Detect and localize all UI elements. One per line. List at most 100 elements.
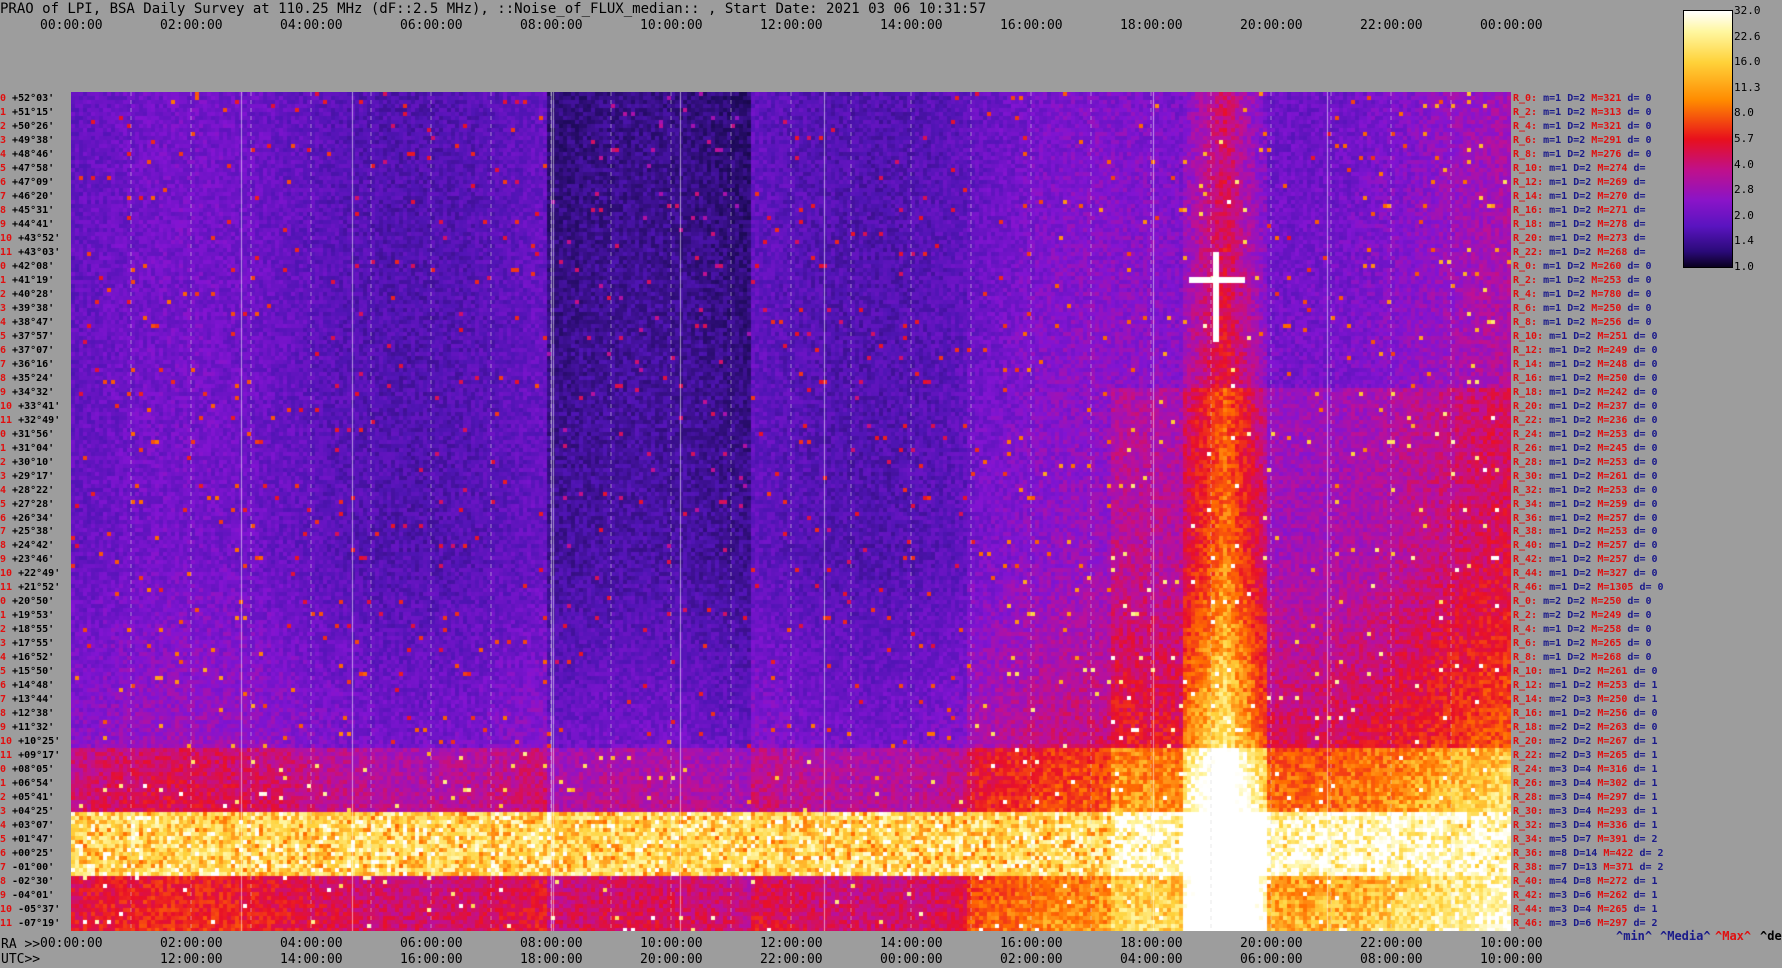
- time-gridlines: [130, 92, 1452, 931]
- dec-label: 7 -01°00': [0, 862, 55, 874]
- legend-median: ^Media^: [1660, 929, 1711, 943]
- dec-label: 2 +18°55': [0, 624, 55, 636]
- dec-label: 6 +00°25': [0, 848, 55, 860]
- ray-stat-label: R_20: m=2 D=2 M=267 d= 1: [1513, 736, 1658, 748]
- dec-label: 4 +28°22': [0, 484, 55, 496]
- dec-label: 2 +50°26': [0, 120, 55, 132]
- dec-label: 0 +20°50': [0, 596, 55, 608]
- tick-label: 16:00:00: [1000, 18, 1063, 33]
- tick-label: 12:00:00: [760, 18, 823, 33]
- ray-stat-label: R_0: m=1 D=2 M=260 d= 0: [1513, 260, 1652, 272]
- legend-max: ^Max^: [1715, 929, 1752, 943]
- ray-stat-label: R_12: m=1 D=2 M=269 d=: [1513, 176, 1646, 188]
- dec-label: 9 +44°41': [0, 218, 55, 230]
- dec-label: 9 -04°01': [0, 890, 55, 902]
- colorbar-tick: 4.0: [1734, 157, 1754, 171]
- dec-label: 2 +05°41': [0, 792, 55, 804]
- dec-label: 1 +06°54': [0, 778, 55, 790]
- ray-stat-label: R_28: m=1 D=2 M=253 d= 0: [1513, 456, 1658, 468]
- ray-stat-label: R_16: m=1 D=2 M=256 d= 0: [1513, 708, 1658, 720]
- tick-label: 10:00:00: [640, 936, 703, 951]
- dec-label: 9 +23°46': [0, 554, 55, 566]
- ray-stat-label: R_2: m=1 D=2 M=313 d= 0: [1513, 106, 1652, 118]
- ray-stat-label: R_46: m=1 D=2 M=1305 d= 0: [1513, 582, 1664, 594]
- ray-stat-label: R_38: m=1 D=2 M=253 d= 0: [1513, 526, 1658, 538]
- ray-stat-label: R_22: m=1 D=2 M=236 d= 0: [1513, 414, 1658, 426]
- dec-label: 4 +16°52': [0, 652, 55, 664]
- dec-label: 10 -05°37': [0, 904, 61, 916]
- ray-stat-label: R_18: m=1 D=2 M=242 d= 0: [1513, 386, 1658, 398]
- dec-label: 4 +38°47': [0, 316, 55, 328]
- tick-label: 10:00:00: [1480, 936, 1543, 951]
- dec-label: 6 +14°48': [0, 680, 55, 692]
- ray-stat-label: R_42: m=3 D=6 M=262 d= 1: [1513, 890, 1658, 902]
- tick-label: 00:00:00: [40, 936, 103, 951]
- dec-label: 9 +11°32': [0, 722, 55, 734]
- ray-stat-label: R_20: m=1 D=2 M=237 d= 0: [1513, 400, 1658, 412]
- tick-label: 02:00:00: [1000, 952, 1063, 967]
- dec-label: 2 +30°10': [0, 456, 55, 468]
- tick-label: 18:00:00: [1120, 18, 1183, 33]
- tick-label: 02:00:00: [160, 18, 223, 33]
- ray-stat-label: R_28: m=3 D=4 M=297 d= 1: [1513, 792, 1658, 804]
- dec-label: 3 +04°25': [0, 806, 55, 818]
- utc-axis-prefix: UTC>>: [1, 952, 41, 967]
- ray-stat-label: R_6: m=1 D=2 M=250 d= 0: [1513, 302, 1652, 314]
- ray-stat-label: R_12: m=1 D=2 M=249 d= 0: [1513, 344, 1658, 356]
- dec-label: 10 +33°41': [0, 400, 61, 412]
- ray-stat-label: R_10: m=1 D=2 M=251 d= 0: [1513, 330, 1658, 342]
- legend-devia: ^devia^: [1760, 929, 1782, 943]
- ray-stat-label: R_32: m=3 D=4 M=336 d= 1: [1513, 820, 1658, 832]
- ray-stat-label: R_32: m=1 D=2 M=253 d= 0: [1513, 484, 1658, 496]
- ray-stat-label: R_40: m=1 D=2 M=257 d= 0: [1513, 540, 1658, 552]
- tick-label: 04:00:00: [280, 18, 343, 33]
- tick-label: 06:00:00: [1240, 952, 1303, 967]
- dec-label: 6 +26°34': [0, 512, 55, 524]
- dec-label: 0 +42°08': [0, 260, 55, 272]
- ray-stat-label: R_16: m=1 D=2 M=250 d= 0: [1513, 372, 1658, 384]
- ray-stat-label: R_22: m=2 D=3 M=265 d= 1: [1513, 750, 1658, 762]
- dec-label: 6 +37°07': [0, 344, 55, 356]
- dec-label: 8 +12°38': [0, 708, 55, 720]
- ray-stat-label: R_6: m=1 D=2 M=291 d= 0: [1513, 134, 1652, 146]
- dec-label: 10 +10°25': [0, 736, 61, 748]
- ray-stat-label: R_20: m=1 D=2 M=273 d=: [1513, 232, 1646, 244]
- ray-stat-label: R_26: m=3 D=4 M=302 d= 1: [1513, 778, 1658, 790]
- ray-stat-label: R_30: m=1 D=2 M=261 d= 0: [1513, 470, 1658, 482]
- tick-label: 14:00:00: [880, 18, 943, 33]
- ray-stat-label: R_10: m=1 D=2 M=274 d=: [1513, 162, 1646, 174]
- dec-label: 10 +43°52': [0, 232, 61, 244]
- ray-stat-label: R_2: m=2 D=2 M=249 d= 0: [1513, 610, 1652, 622]
- tick-label: 06:00:00: [400, 936, 463, 951]
- dec-label: 7 +46°20': [0, 190, 55, 202]
- dec-label: 10 +22°49': [0, 568, 61, 580]
- dec-label: 5 +47°58': [0, 162, 55, 174]
- tick-label: 22:00:00: [760, 952, 823, 967]
- dec-label: 1 +31°04': [0, 442, 55, 454]
- tick-label: 16:00:00: [400, 952, 463, 967]
- chart-title: PRAO of LPI, BSA Daily Survey at 110.25 …: [0, 1, 987, 17]
- tick-label: 18:00:00: [520, 952, 583, 967]
- ray-stat-label: R_34: m=5 D=7 M=391 d= 2: [1513, 834, 1658, 846]
- ray-stat-label: R_2: m=1 D=2 M=253 d= 0: [1513, 274, 1652, 286]
- colorbar-tick: 16.0: [1734, 55, 1761, 69]
- dec-label: 2 +40°28': [0, 288, 55, 300]
- utc-axis: 12:00:00 14:00:00 16:00:00 18:00:00 20:00:00…: [0, 952, 1782, 968]
- ray-stat-label: R_44: m=3 D=4 M=265 d= 1: [1513, 904, 1658, 916]
- tick-label: 08:00:00: [520, 18, 583, 33]
- dec-label: 7 +25°38': [0, 526, 55, 538]
- colorbar-tick: 8.0: [1734, 106, 1754, 120]
- colorbar-tick: 22.6: [1734, 29, 1761, 43]
- dec-label: 3 +17°55': [0, 638, 55, 650]
- dec-label: 8 +24°42': [0, 540, 55, 552]
- ray-stat-label: R_0: m=2 D=2 M=250 d= 0: [1513, 596, 1652, 608]
- dec-label: 4 +03°07': [0, 820, 55, 832]
- dec-label: 11 -07°19': [0, 918, 61, 930]
- dec-label: 11 +43°03': [0, 246, 61, 258]
- tick-label: 10:00:00: [640, 18, 703, 33]
- tick-label: 20:00:00: [1240, 936, 1303, 951]
- ray-stat-label: R_24: m=1 D=2 M=253 d= 0: [1513, 428, 1658, 440]
- colorbar: [1683, 10, 1733, 268]
- ray-stat-label: R_18: m=1 D=2 M=278 d=: [1513, 218, 1646, 230]
- tick-label: 08:00:00: [520, 936, 583, 951]
